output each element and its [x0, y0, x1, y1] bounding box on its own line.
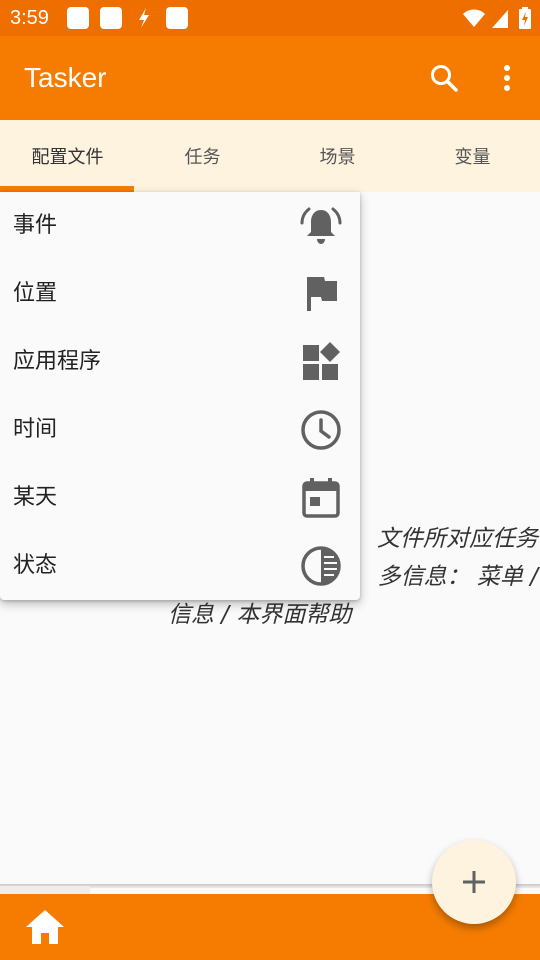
menu-item-application[interactable]: 应用程序: [0, 328, 360, 396]
tab-scenes[interactable]: 场景: [270, 120, 405, 192]
tab-variables[interactable]: 变量: [405, 120, 540, 192]
widgets-icon: [303, 342, 340, 380]
menu-item-label: 状态: [13, 553, 58, 578]
menu-item-label: 应用程序: [13, 349, 102, 374]
tab-label: 变量: [454, 147, 491, 168]
hint-line: 信息 / 本界面帮助: [168, 602, 352, 628]
notification-icon: [100, 7, 122, 29]
status-time: 3:59: [10, 7, 49, 29]
menu-item-location[interactable]: 位置: [0, 260, 360, 328]
menu-item-event[interactable]: 事件: [0, 192, 360, 260]
tab-profiles[interactable]: 配置文件: [0, 120, 135, 192]
app-title: Tasker: [24, 62, 107, 93]
tab-label: 配置文件: [31, 147, 104, 168]
menu-item-time[interactable]: 时间: [0, 396, 360, 464]
more-vert-icon[interactable]: [494, 62, 520, 94]
notification-icon: [166, 7, 188, 29]
bell-icon: [300, 207, 342, 244]
menu-item-state[interactable]: 状态: [0, 532, 360, 600]
home-icon[interactable]: [24, 906, 66, 948]
battery-icon: [519, 7, 531, 29]
plus-icon: [463, 871, 485, 893]
signal-icon: [492, 10, 508, 28]
context-type-menu: 事件 位置 应用程序 时间 某天 状态: [0, 192, 360, 600]
contrast-icon: [301, 546, 341, 586]
tab-label: 场景: [319, 147, 356, 168]
tab-bar: 配置文件 任务 场景 变量: [0, 120, 540, 192]
notification-icon: [67, 7, 89, 29]
menu-item-day[interactable]: 某天: [0, 464, 360, 532]
search-icon[interactable]: [428, 62, 460, 94]
clock-icon: [301, 410, 341, 450]
menu-item-label: 事件: [13, 213, 58, 238]
calendar-icon: [302, 478, 340, 518]
screen: 3:59 Tasker 配置文件 任务 场景 变量 文件所对应任务 多信息： 菜…: [0, 0, 540, 960]
wifi-icon: [463, 9, 485, 27]
menu-item-label: 某天: [13, 485, 58, 510]
status-bar: 3:59: [0, 0, 540, 36]
tab-tasks[interactable]: 任务: [135, 120, 270, 192]
bottom-bar-indicator: [0, 886, 90, 894]
menu-item-label: 时间: [13, 417, 58, 442]
add-button[interactable]: [432, 840, 516, 924]
app-bar: Tasker: [0, 36, 540, 120]
charging-bolt-icon: [139, 8, 149, 28]
menu-item-label: 位置: [13, 281, 58, 306]
tab-label: 任务: [184, 147, 221, 168]
flag-icon: [307, 277, 337, 311]
